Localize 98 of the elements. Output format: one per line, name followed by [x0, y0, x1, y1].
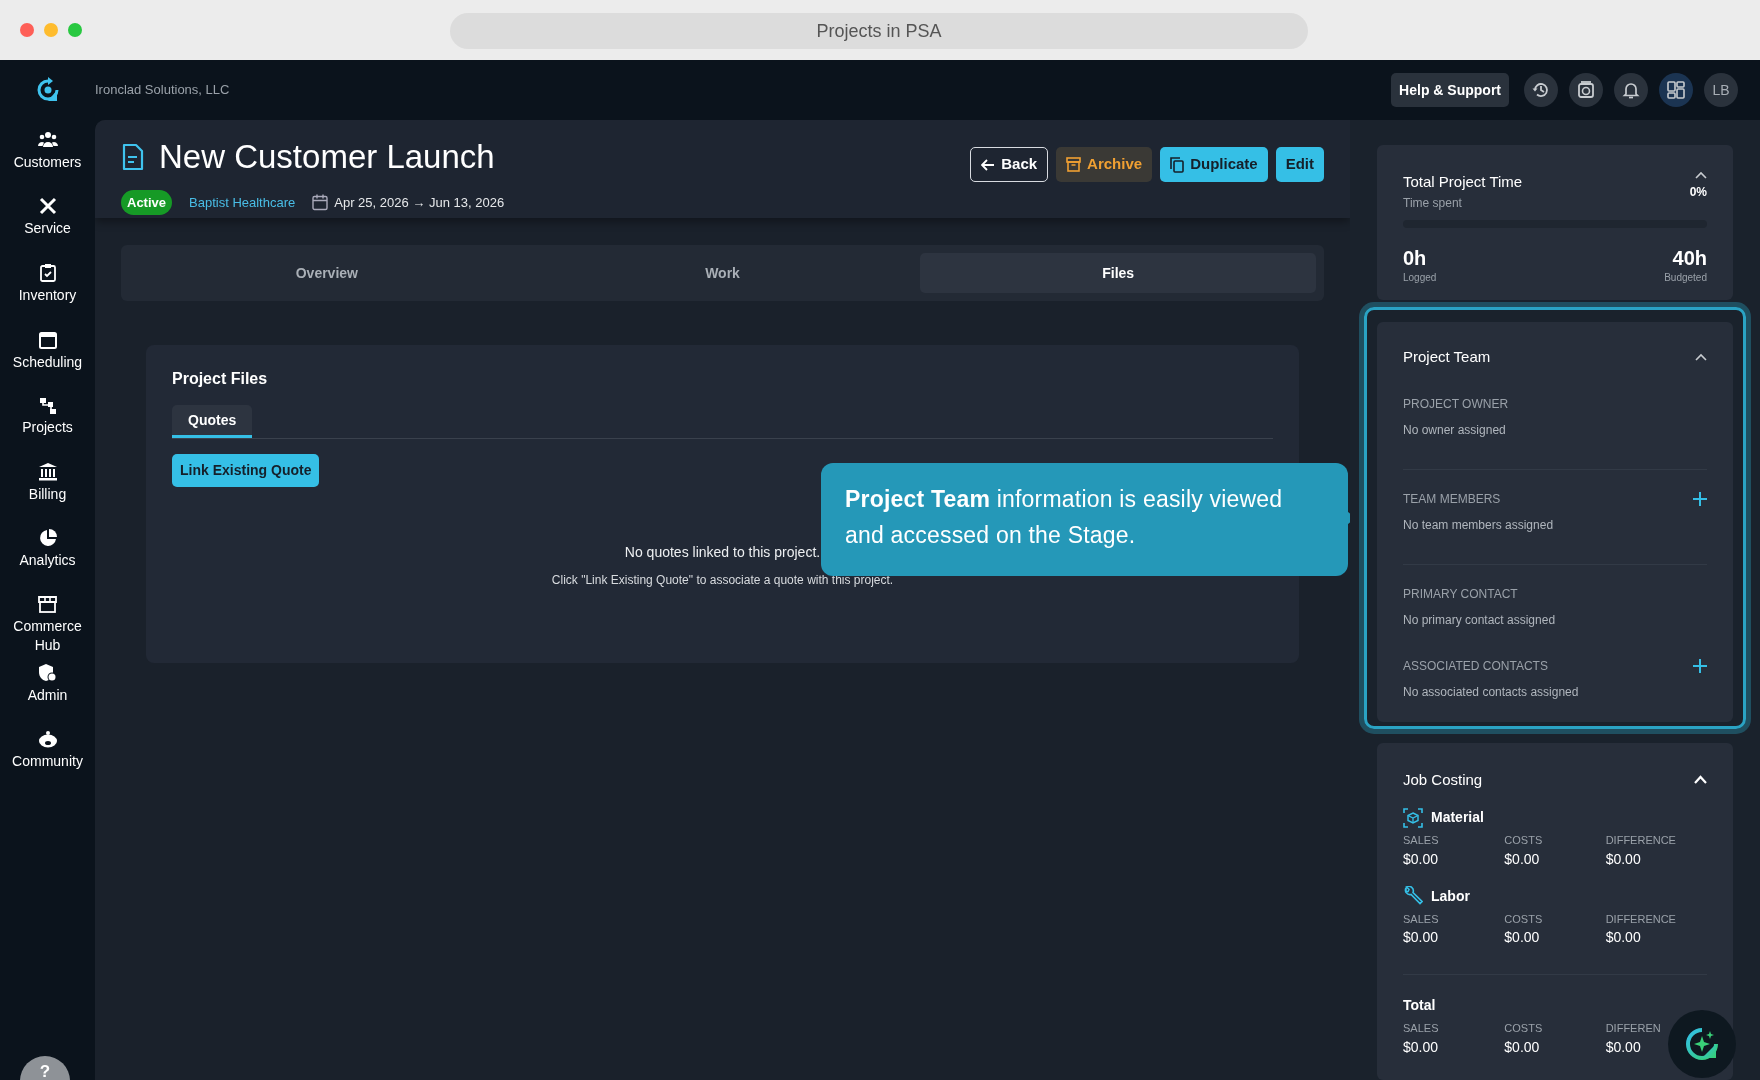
- tab[interactable]: Files: [920, 253, 1316, 293]
- column-label: COSTS: [1504, 1021, 1544, 1036]
- amount-value: $0.00: [1605, 849, 1642, 869]
- dashboard-button[interactable]: [1659, 73, 1693, 107]
- sidebar-item[interactable]: Community: [4, 727, 91, 774]
- card-title: Project Team: [1403, 347, 1491, 367]
- bank-icon: [37, 462, 58, 481]
- collapse-chevron-icon[interactable]: [1695, 171, 1707, 179]
- amount-value: $0.00: [1403, 849, 1440, 869]
- column-label: COSTS: [1504, 833, 1544, 848]
- amount-value: $0.00: [1403, 928, 1440, 947]
- cube-icon: [1403, 807, 1423, 828]
- tab[interactable]: Quotes: [172, 405, 253, 438]
- clipboard-icon: [39, 263, 56, 282]
- company-name: Ironclad Solutions, LLC: [95, 81, 230, 100]
- status-badge: Active: [121, 189, 173, 215]
- sidebar-item[interactable]: Admin: [4, 660, 91, 708]
- amount-value: $0.00: [1504, 849, 1541, 869]
- group-title: Total: [1403, 996, 1436, 1015]
- column-label: DIFFERENCE: [1605, 833, 1677, 848]
- amount-value: $0.00: [1403, 1037, 1440, 1057]
- history-button[interactable]: [1524, 73, 1558, 107]
- notification-icon: [1621, 80, 1641, 100]
- column-label: SALES: [1403, 1021, 1440, 1036]
- document-icon: [121, 142, 145, 171]
- notification-button[interactable]: [1614, 73, 1648, 107]
- hours-label: Logged: [1403, 270, 1437, 285]
- action-button[interactable]: Edit: [1275, 147, 1324, 182]
- add-icon[interactable]: [1693, 658, 1707, 673]
- help-support-button[interactable]: Help & Support: [1391, 73, 1509, 107]
- close-window-icon[interactable]: [20, 23, 34, 37]
- tooltip: Project Team information is easily viewed and accessed on the Stage.: [821, 463, 1348, 576]
- sidebar-item[interactable]: Billing: [4, 459, 91, 507]
- date-range: Apr 25, 2026 → Jun 13, 2026: [334, 193, 505, 212]
- sidebar-item[interactable]: Scheduling: [4, 327, 91, 375]
- logged-hours: 0h: [1403, 245, 1427, 270]
- collapse-chevron-icon[interactable]: [1695, 353, 1707, 362]
- empty-value: No owner assigned: [1403, 421, 1507, 439]
- timer-button[interactable]: [1569, 73, 1603, 107]
- sidebar-item[interactable]: Commerce Hub: [4, 592, 91, 658]
- calendar-icon: [312, 193, 329, 211]
- empty-value: No primary contact assigned: [1403, 611, 1557, 629]
- archive-box-icon: [1066, 157, 1082, 172]
- action-button[interactable]: Back: [970, 147, 1049, 182]
- storefront-icon: [38, 595, 57, 613]
- amount-value: $0.00: [1605, 928, 1642, 947]
- empty-value: No associated contacts assigned: [1403, 683, 1580, 701]
- calendar-icon: [38, 330, 57, 349]
- history-icon: [1531, 80, 1551, 100]
- action-button[interactable]: Duplicate: [1160, 147, 1268, 182]
- amount-value: $0.00: [1504, 1037, 1541, 1057]
- shield-user-icon: [38, 663, 57, 682]
- empty-value: No team members assigned: [1403, 516, 1555, 534]
- sidebar-item[interactable]: Analytics: [4, 526, 91, 573]
- link-quote-button[interactable]: Link Existing Quote: [172, 454, 320, 487]
- card-title: Job Costing: [1403, 769, 1483, 790]
- wrench-icon: [1403, 886, 1423, 906]
- amount-value: $0.00: [1605, 1037, 1642, 1057]
- add-icon[interactable]: [1693, 491, 1707, 506]
- percent-label: 0%: [1689, 184, 1707, 201]
- copy-icon: [1170, 156, 1185, 173]
- tab[interactable]: Overview: [129, 253, 525, 293]
- address-bar[interactable]: Projects in PSA: [450, 13, 1308, 49]
- sidebar-item[interactable]: Inventory: [4, 260, 91, 308]
- dashboard-icon: [1666, 80, 1686, 100]
- sidebar-item[interactable]: Service: [4, 194, 91, 241]
- section-title: Project Files: [172, 369, 269, 389]
- sidebar-item[interactable]: Projects: [4, 394, 91, 440]
- people-icon: [37, 131, 58, 149]
- timer-icon: [1576, 80, 1596, 100]
- card-title: Total Project Time: [1403, 172, 1523, 192]
- group-title: Material: [1431, 808, 1484, 827]
- budgeted-hours: 40h: [1672, 245, 1707, 270]
- project-title: New Customer Launch: [159, 137, 495, 177]
- logo-icon[interactable]: [35, 77, 60, 103]
- column-label: SALES: [1403, 833, 1440, 848]
- amount-value: $0.00: [1504, 928, 1541, 947]
- pie-chart-icon: [38, 529, 57, 547]
- group-title: Labor: [1431, 886, 1470, 906]
- empty-message: No quotes linked to this project.: [624, 543, 821, 562]
- user-avatar[interactable]: LB: [1704, 73, 1738, 107]
- sparkle-logo-icon: [1685, 1027, 1719, 1061]
- column-label: SALES: [1403, 911, 1440, 927]
- hierarchy-icon: [38, 397, 57, 414]
- section-label: ASSOCIATED CONTACTS: [1403, 657, 1548, 675]
- hours-label: Budgeted: [1664, 270, 1707, 285]
- column-label: DIFFERENCE: [1605, 911, 1677, 927]
- sidebar-item[interactable]: Customers: [4, 128, 91, 175]
- card-subtitle: Time spent: [1403, 194, 1463, 212]
- archive-button[interactable]: Archive: [1056, 147, 1153, 182]
- back-arrow-icon: [981, 158, 996, 171]
- tab[interactable]: Work: [524, 253, 921, 293]
- column-label: COSTS: [1504, 911, 1544, 927]
- section-label: TEAM MEMBERS: [1403, 490, 1501, 508]
- section-label: PROJECT OWNER: [1403, 395, 1509, 413]
- customer-link[interactable]: Baptist Healthcare: [189, 192, 296, 212]
- section-label: PRIMARY CONTACT: [1403, 585, 1518, 603]
- column-label: DIFFEREN: [1605, 1021, 1662, 1036]
